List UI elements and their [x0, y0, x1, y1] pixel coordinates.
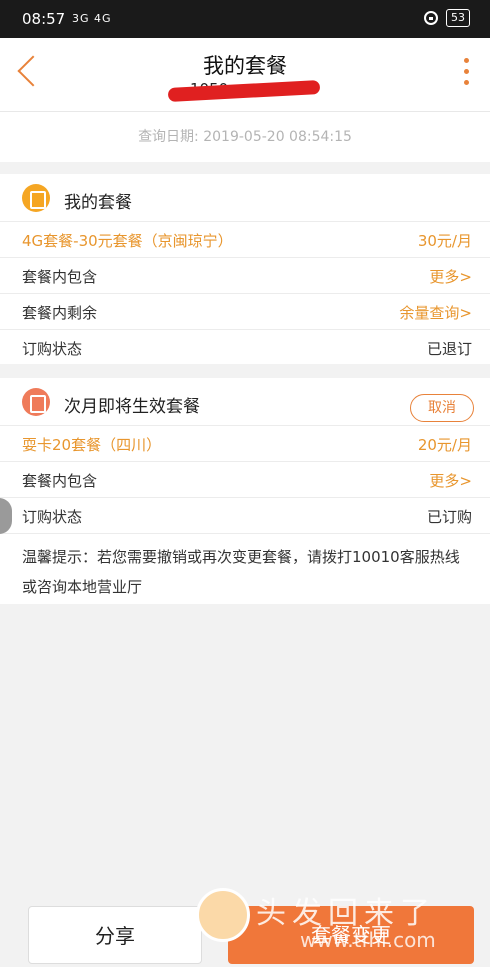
query-date-label: 查询日期: — [138, 129, 199, 145]
current-plan-title: 我的套餐 — [64, 193, 132, 213]
page-title: 我的套餐 — [203, 54, 287, 78]
next-plan-price: 20元/月 — [417, 436, 472, 454]
status-bar: 08:57 3G 4G 53 — [0, 0, 490, 38]
remaining-query-link[interactable]: 余量查询> — [399, 302, 472, 323]
included-label: 套餐内包含 — [22, 268, 98, 286]
plan-icon — [22, 184, 50, 212]
header: 我的套餐 1050 — [0, 38, 490, 112]
current-plan-status-row: 订购状态 已退订 — [0, 330, 490, 366]
current-plan-name: 4G套餐-30元套餐（京闽琼宁） — [22, 232, 233, 250]
next-plan-included-row[interactable]: 套餐内包含 更多> — [0, 462, 490, 498]
more-icon[interactable] — [464, 58, 470, 85]
plan-icon — [22, 388, 50, 416]
current-plan-remaining-row[interactable]: 套餐内剩余 余量查询> — [0, 294, 490, 330]
status-right: 53 — [424, 9, 470, 27]
watermark-url: www.tfhl.com — [300, 928, 436, 952]
watermark-text: 头发回来了 — [256, 896, 436, 931]
watermark-logo — [196, 888, 250, 942]
next-plan-title: 次月即将生效套餐 — [64, 397, 200, 417]
query-date-row: 查询日期: 2019-05-20 08:54:15 — [0, 112, 490, 162]
current-plan-card: 我的套餐 4G套餐-30元套餐（京闽琼宁） 30元/月 套餐内包含 更多> 套餐… — [0, 174, 490, 364]
current-plan-included-row[interactable]: 套餐内包含 更多> — [0, 258, 490, 294]
tip-text: 温馨提示：若您需要撤销或再次变更套餐，请拨打10010客服热线或咨询本地营业厅 — [22, 548, 460, 596]
current-plan-header: 我的套餐 — [0, 174, 490, 222]
next-plan-name-row: 耍卡20套餐（四川） 20元/月 — [0, 426, 490, 462]
remaining-label: 套餐内剩余 — [22, 304, 98, 322]
lock-icon — [424, 11, 438, 25]
next-plan-name: 耍卡20套餐（四川） — [22, 436, 162, 454]
next-plan-card: 次月即将生效套餐 取消 耍卡20套餐（四川） 20元/月 套餐内包含 更多> 订… — [0, 378, 490, 604]
included-more-link[interactable]: 更多> — [429, 266, 472, 287]
signal-icon: 3G 4G — [72, 12, 112, 25]
included-more-link[interactable]: 更多> — [429, 470, 472, 491]
status-time: 08:57 — [22, 10, 66, 28]
order-status-label: 订购状态 — [22, 340, 83, 358]
order-status-value: 已退订 — [426, 340, 472, 358]
current-plan-name-row: 4G套餐-30元套餐（京闽琼宁） 30元/月 — [0, 222, 490, 258]
next-plan-header: 次月即将生效套餐 取消 — [0, 378, 490, 426]
included-label: 套餐内包含 — [22, 472, 98, 490]
query-date-value: 2019-05-20 08:54:15 — [203, 129, 352, 145]
order-status-value: 已订购 — [426, 508, 472, 526]
share-button[interactable]: 分享 — [28, 906, 202, 964]
current-plan-price: 30元/月 — [417, 232, 472, 250]
next-plan-status-row: 订购状态 已订购 — [0, 498, 490, 534]
order-status-label: 订购状态 — [22, 508, 83, 526]
battery-icon: 53 — [446, 9, 470, 27]
cancel-button[interactable]: 取消 — [410, 394, 474, 422]
